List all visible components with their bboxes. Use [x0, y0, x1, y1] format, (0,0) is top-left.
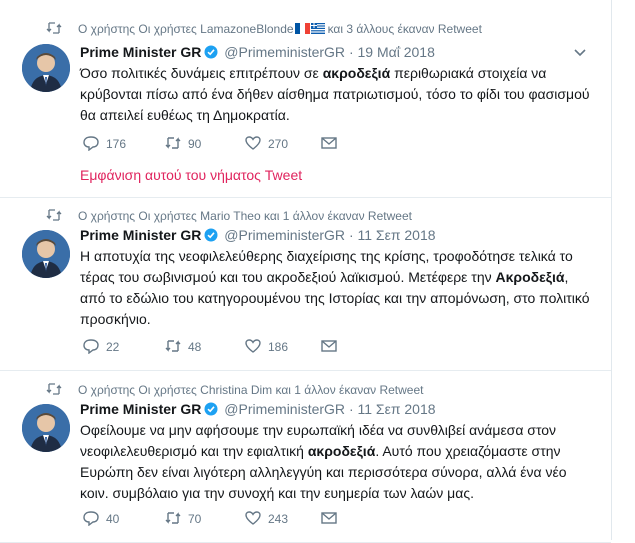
timestamp[interactable]: 19 Μαΐ 2018	[358, 44, 435, 60]
retweet-count: 90	[188, 137, 202, 151]
verified-badge-icon	[204, 402, 218, 416]
chevron-down-icon[interactable]	[573, 48, 587, 58]
dm-button[interactable]	[320, 510, 338, 526]
like-button[interactable]: 270	[244, 135, 288, 151]
tweet-header: Prime Minister GR @PrimeministerGR · 11 …	[80, 401, 436, 417]
retweeters-link[interactable]: Ο χρήστης Οι χρήστες Christina Dim και 1…	[78, 383, 424, 397]
user-handle[interactable]: @PrimeministerGR	[224, 44, 345, 60]
tweet[interactable]: Ο χρήστης Οι χρήστες Christina Dim και 1…	[0, 371, 611, 543]
heart-icon	[245, 339, 261, 353]
avatar-image	[22, 44, 70, 92]
hashtag-bold: Ακροδεξιά	[495, 269, 565, 285]
envelope-icon	[321, 340, 337, 352]
retweet-count: 70	[188, 512, 202, 526]
display-name[interactable]: Prime Minister GR	[80, 401, 201, 417]
flag-icons	[294, 23, 325, 37]
retweeters-suffix: και 3 άλλους έκαναν Retweet	[327, 22, 482, 36]
verified-badge-icon	[204, 228, 218, 242]
like-count: 270	[268, 137, 289, 151]
heart-icon	[245, 511, 261, 525]
retweet-icon	[165, 512, 181, 524]
hashtag-bold: ακροδεξιά	[322, 65, 391, 81]
avatar[interactable]	[22, 44, 70, 92]
like-count: 243	[268, 512, 289, 526]
retweeters-link[interactable]: Ο χρήστης Οι χρήστες Mario Theo και 1 άλ…	[78, 209, 412, 223]
tweet-text: Η αποτυχία της νεοφιλελεύθερης διαχείρισ…	[80, 248, 590, 327]
avatar-image	[22, 230, 70, 278]
display-name[interactable]: Prime Minister GR	[80, 44, 201, 60]
dm-button[interactable]	[320, 135, 338, 151]
reply-count: 40	[106, 512, 120, 526]
avatar-image	[22, 404, 70, 452]
dm-button[interactable]	[320, 338, 338, 354]
reply-icon	[83, 511, 99, 527]
envelope-icon	[321, 512, 337, 524]
retweet-icon	[46, 209, 62, 221]
retweet-context: Ο χρήστης Οι χρήστες Christina Dim και 1…	[46, 383, 424, 397]
retweet-icon	[165, 137, 181, 149]
timeline: Ο χρήστης Οι χρήστες LamazoneBlonde και 3…	[0, 0, 612, 543]
timestamp[interactable]: 11 Σεπ 2018	[358, 401, 436, 417]
like-button[interactable]: 243	[244, 510, 288, 526]
envelope-icon	[321, 137, 337, 149]
reply-icon	[83, 339, 99, 355]
reply-count: 176	[106, 137, 127, 151]
retweet-button[interactable]: 90	[164, 135, 201, 151]
avatar[interactable]	[22, 404, 70, 452]
separator-dot: ·	[348, 227, 354, 243]
retweet-button[interactable]: 70	[164, 510, 201, 526]
separator-dot: ·	[348, 44, 354, 60]
retweet-icon	[46, 383, 62, 395]
tweet-text: Όσο πολιτικές δυνάμεις επιτρέπουν σε ακρ…	[80, 65, 590, 123]
tweet[interactable]: Ο χρήστης Οι χρήστες Mario Theo και 1 άλ…	[0, 198, 611, 371]
reply-button[interactable]: 176	[82, 135, 127, 152]
verified-badge-icon	[204, 45, 218, 59]
tweet[interactable]: Ο χρήστης Οι χρήστες LamazoneBlonde και 3…	[0, 0, 611, 198]
reply-count: 22	[106, 340, 120, 354]
avatar[interactable]	[22, 230, 70, 278]
reply-button[interactable]: 22	[82, 338, 120, 355]
user-handle[interactable]: @PrimeministerGR	[224, 227, 345, 243]
timestamp[interactable]: 11 Σεπ 2018	[358, 227, 436, 243]
separator-dot: ·	[348, 401, 354, 417]
tweet-text: Οφείλουμε να μην αφήσουμε την ευρωπαϊκή …	[80, 422, 567, 501]
like-count: 186	[268, 340, 289, 354]
retweet-context: Ο χρήστης Οι χρήστες LamazoneBlonde και 3…	[46, 22, 482, 37]
retweet-count: 48	[188, 340, 202, 354]
reply-icon	[83, 136, 99, 152]
display-name[interactable]: Prime Minister GR	[80, 227, 201, 243]
reply-button[interactable]: 40	[82, 510, 120, 527]
retweet-icon	[46, 22, 62, 34]
user-handle[interactable]: @PrimeministerGR	[224, 401, 345, 417]
like-button[interactable]: 186	[244, 338, 288, 354]
tweet-header: Prime Minister GR @PrimeministerGR · 19 …	[80, 44, 435, 60]
retweeters-link[interactable]: Ο χρήστης Οι χρήστες LamazoneBlonde	[78, 22, 294, 36]
retweet-icon	[165, 340, 181, 352]
show-thread-link[interactable]: Εμφάνιση αυτού του νήματος Tweet	[80, 167, 302, 183]
heart-icon	[245, 136, 261, 150]
retweet-button[interactable]: 48	[164, 338, 201, 354]
hashtag-bold: ακροδεξιά	[307, 443, 376, 459]
retweet-context: Ο χρήστης Οι χρήστες Mario Theo και 1 άλ…	[46, 209, 412, 223]
tweet-header: Prime Minister GR @PrimeministerGR · 11 …	[80, 227, 436, 243]
